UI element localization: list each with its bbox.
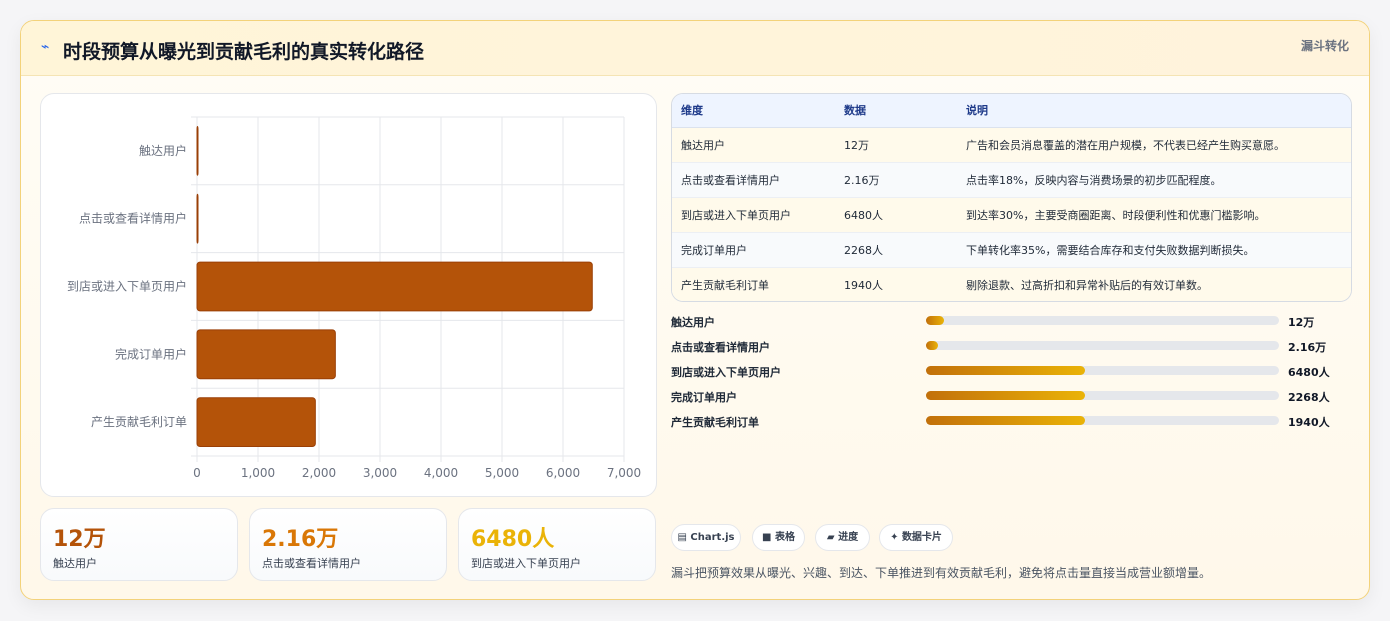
- progress-value: 2.16万: [1288, 341, 1327, 354]
- progress-track: [926, 316, 1279, 325]
- table-cell: 下单转化率35%，需要结合库存和支付失败数据判断损失。: [957, 232, 1351, 268]
- x-tick-label: 0: [193, 466, 201, 480]
- chip-label: 表格: [774, 532, 795, 543]
- stat-value: 6480人: [471, 527, 555, 552]
- progress-track: [926, 366, 1279, 375]
- chip-data-card[interactable]: ✦ 数据卡片: [879, 524, 953, 551]
- card-header: ⌁ 时段预算从曝光到贡献毛利的真实转化路径 漏斗转化: [21, 21, 1369, 76]
- progress-fill: [926, 391, 1085, 400]
- table-cell: 到达率30%，主要受商圈距离、时段便利性和优惠门槛影响。: [957, 197, 1351, 233]
- bar-chart-panel: 0 1,000 2,000 3,000 4,000 5,000 6,000 7,000 触达用户…: [40, 93, 657, 497]
- x-tick-label: 5,000: [485, 466, 519, 480]
- stat-card-visit: 6480人 到店或进入下单页用户: [458, 508, 656, 581]
- bar-chart: 0 1,000 2,000 3,000 4,000 5,000 6,000 7,000 触达用户…: [67, 116, 641, 480]
- chip-label: 进度: [838, 532, 859, 543]
- table-header-row: 维度 数据 说明: [672, 94, 1351, 128]
- x-tick-label: 2,000: [302, 466, 336, 480]
- progress-label: 到店或进入下单页用户: [671, 366, 781, 379]
- x-tick-label: 6,000: [546, 466, 580, 480]
- progress-value: 2268人: [1288, 391, 1330, 404]
- table-cell: 点击或查看详情用户: [672, 162, 835, 198]
- stat-card-reach: 12万 触达用户: [40, 508, 238, 581]
- x-tick-label: 7,000: [607, 466, 641, 480]
- progress-value: 12万: [1288, 316, 1315, 329]
- table-cell: 剔除退款、过高折扣和异常补贴后的有效订单数。: [957, 267, 1351, 301]
- table-cell: 6480人: [835, 197, 957, 233]
- stat-label: 到店或进入下单页用户: [471, 557, 581, 570]
- progress-row: 到店或进入下单页用户 6480人: [671, 361, 1361, 381]
- table-cell: 点击率18%，反映内容与消费场景的初步匹配程度。: [957, 162, 1351, 198]
- table-row: 产生贡献毛利订单 1940人 剔除退款、过高折扣和异常补贴后的有效订单数。: [672, 267, 1351, 301]
- funnel-table: 维度 数据 说明 触达用户 12万 广告和会员消息覆盖的潜在用户规模，不代表已经…: [671, 93, 1352, 302]
- category-label: 完成订单用户: [115, 346, 187, 361]
- progress-label: 触达用户: [671, 316, 715, 329]
- table-cell: 完成订单用户: [672, 232, 835, 268]
- progress-value: 6480人: [1288, 366, 1330, 379]
- table-cell: 触达用户: [672, 127, 835, 163]
- table-cell: 广告和会员消息覆盖的潜在用户规模，不代表已经产生购买意愿。: [957, 127, 1351, 163]
- bar: [196, 125, 199, 176]
- progress-row: 完成订单用户 2268人: [671, 386, 1361, 406]
- card-title: 时段预算从曝光到贡献毛利的真实转化路径: [63, 41, 425, 63]
- chip-chartjs[interactable]: ▤ Chart.js: [671, 524, 741, 551]
- table-cell: 2.16万: [835, 162, 957, 198]
- category-label: 产生贡献毛利订单: [91, 414, 187, 429]
- progress-track: [926, 391, 1279, 400]
- table-cell: 2268人: [835, 232, 957, 268]
- progress-label: 点击或查看详情用户: [671, 341, 770, 354]
- category-label: 触达用户: [139, 143, 187, 158]
- chip-table[interactable]: ■ 表格: [752, 524, 805, 551]
- bar: [196, 397, 316, 448]
- chart-icon: ▤: [677, 532, 687, 543]
- x-tick-label: 1,000: [241, 466, 275, 480]
- stat-value: 2.16万: [262, 527, 339, 552]
- category-badge: 漏斗转化: [1300, 39, 1349, 53]
- chip-label: 数据卡片: [901, 532, 942, 543]
- progress-row: 点击或查看详情用户 2.16万: [671, 336, 1361, 356]
- stat-card-click: 2.16万 点击或查看详情用户: [249, 508, 447, 581]
- stat-label: 触达用户: [53, 557, 97, 570]
- table-cell: 12万: [835, 127, 957, 163]
- pulse-icon: ⌁: [41, 39, 50, 55]
- progress-value: 1940人: [1288, 416, 1330, 429]
- stat-label: 点击或查看详情用户: [262, 557, 361, 570]
- progress-fill: [926, 416, 1085, 425]
- card-icon: ✦: [890, 532, 899, 543]
- column-header: 说明: [957, 94, 1351, 128]
- table-cell: 1940人: [835, 267, 957, 301]
- bar: [196, 193, 199, 244]
- progress-fill: [926, 316, 944, 325]
- category-label: 点击或查看详情用户: [79, 211, 187, 226]
- x-tick-label: 4,000: [424, 466, 458, 480]
- progress-icon: ▰: [826, 532, 835, 543]
- progress-label: 产生贡献毛利订单: [671, 416, 759, 429]
- progress-row: 触达用户 12万: [671, 311, 1361, 331]
- stat-value: 12万: [53, 527, 106, 552]
- progress-fill: [926, 366, 1085, 375]
- table-cell: 产生贡献毛利订单: [672, 267, 835, 301]
- table-cell: 到店或进入下单页用户: [672, 197, 835, 233]
- category-label: 到店或进入下单页用户: [67, 279, 187, 294]
- progress-track: [926, 341, 1279, 350]
- chip-label: Chart.js: [690, 532, 735, 543]
- funnel-card: ⌁ 时段预算从曝光到贡献毛利的真实转化路径 漏斗转化 0 1,000 2,000 3,…: [20, 20, 1370, 600]
- table-row: 点击或查看详情用户 2.16万 点击率18%，反映内容与消费场景的初步匹配程度。: [672, 162, 1351, 198]
- table-row: 完成订单用户 2268人 下单转化率35%，需要结合库存和支付失败数据判断损失。: [672, 232, 1351, 268]
- bar: [196, 329, 336, 380]
- chip-progress[interactable]: ▰ 进度: [815, 524, 870, 551]
- column-header: 维度: [672, 94, 835, 128]
- table-icon: ■: [762, 532, 772, 543]
- column-header: 数据: [835, 94, 957, 128]
- progress-track: [926, 416, 1279, 425]
- table-row: 触达用户 12万 广告和会员消息覆盖的潜在用户规模，不代表已经产生购买意愿。: [672, 127, 1351, 163]
- bar: [196, 261, 593, 312]
- progress-label: 完成订单用户: [671, 391, 737, 404]
- progress-row: 产生贡献毛利订单 1940人: [671, 411, 1361, 431]
- progress-fill: [926, 341, 939, 350]
- table-row: 到店或进入下单页用户 6480人 到达率30%，主要受商圈距离、时段便利性和优惠…: [672, 197, 1351, 233]
- x-tick-label: 3,000: [363, 466, 397, 480]
- footnote: 漏斗把预算效果从曝光、兴趣、到达、下单推进到有效贡献毛利，避免将点击量直接当成营…: [671, 566, 1212, 580]
